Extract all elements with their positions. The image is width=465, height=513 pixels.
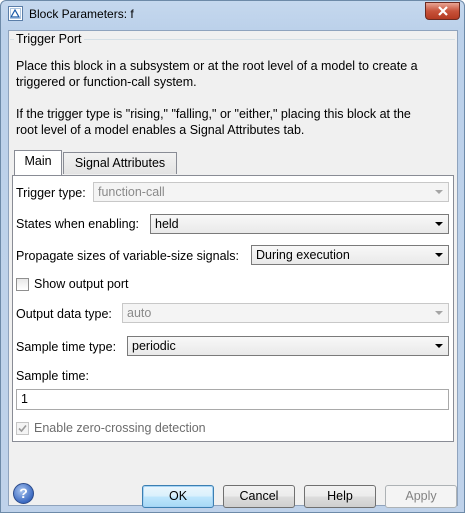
description-text-1: Place this block in a subsystem or at th… <box>16 59 418 89</box>
sample-time-label: Sample time: <box>16 369 89 383</box>
sample-time-type-select[interactable]: periodic <box>127 336 449 356</box>
window-title: Block Parameters: f <box>29 7 134 21</box>
help-icon[interactable]: ? <box>13 483 34 504</box>
trigger-type-value: function-call <box>98 185 165 199</box>
dialog-window: Block Parameters: f Trigger Port Place t… <box>0 0 465 513</box>
trigger-type-label: Trigger type: <box>16 186 86 200</box>
chevron-down-icon <box>435 344 443 348</box>
group-legend: Trigger Port <box>14 32 84 46</box>
propagate-sizes-value: During execution <box>256 248 350 262</box>
states-when-enabling-select[interactable]: held <box>150 214 449 234</box>
checkmark-icon <box>18 424 27 433</box>
button-bar: ? OK Cancel Help Apply <box>9 442 457 508</box>
states-when-enabling-label: States when enabling: <box>16 217 140 231</box>
sample-time-input[interactable]: 1 <box>16 389 449 410</box>
states-when-enabling-value: held <box>155 217 179 231</box>
close-button[interactable] <box>425 2 460 20</box>
trigger-port-group: Trigger Port Place this block in a subsy… <box>10 32 455 170</box>
output-data-type-select: auto <box>122 303 449 323</box>
title-bar[interactable]: Block Parameters: f <box>1 1 464 27</box>
close-icon <box>438 6 448 16</box>
main-tab-panel: Trigger type: function-call States when … <box>12 175 454 442</box>
tab-main[interactable]: Main <box>14 150 62 175</box>
zero-crossing-label: Enable zero-crossing detection <box>34 421 206 435</box>
apply-button: Apply <box>385 485 457 508</box>
propagate-sizes-label: Propagate sizes of variable-size signals… <box>16 249 240 263</box>
cancel-button[interactable]: Cancel <box>223 485 295 508</box>
output-data-type-value: auto <box>127 306 152 320</box>
sample-time-type-label: Sample time type: <box>16 340 117 354</box>
tab-signal-attributes[interactable]: Signal Attributes <box>63 152 177 174</box>
chevron-down-icon <box>435 311 443 315</box>
chevron-down-icon <box>435 222 443 226</box>
help-button[interactable]: Help <box>304 485 376 508</box>
sample-time-type-value: periodic <box>132 339 176 353</box>
propagate-sizes-select[interactable]: During execution <box>251 245 449 265</box>
output-data-type-label: Output data type: <box>16 307 112 321</box>
description-text-2: If the trigger type is "rising," "fallin… <box>16 107 411 137</box>
simulink-block-icon <box>8 6 23 21</box>
show-output-port-label: Show output port <box>34 277 129 291</box>
chevron-down-icon <box>435 190 443 194</box>
trigger-type-select: function-call <box>93 182 449 202</box>
dialog-client-area: Trigger Port Place this block in a subsy… <box>8 30 458 508</box>
chevron-down-icon <box>435 253 443 257</box>
show-output-port-checkbox[interactable] <box>16 278 29 291</box>
zero-crossing-checkbox <box>16 422 29 435</box>
ok-button[interactable]: OK <box>142 485 214 508</box>
